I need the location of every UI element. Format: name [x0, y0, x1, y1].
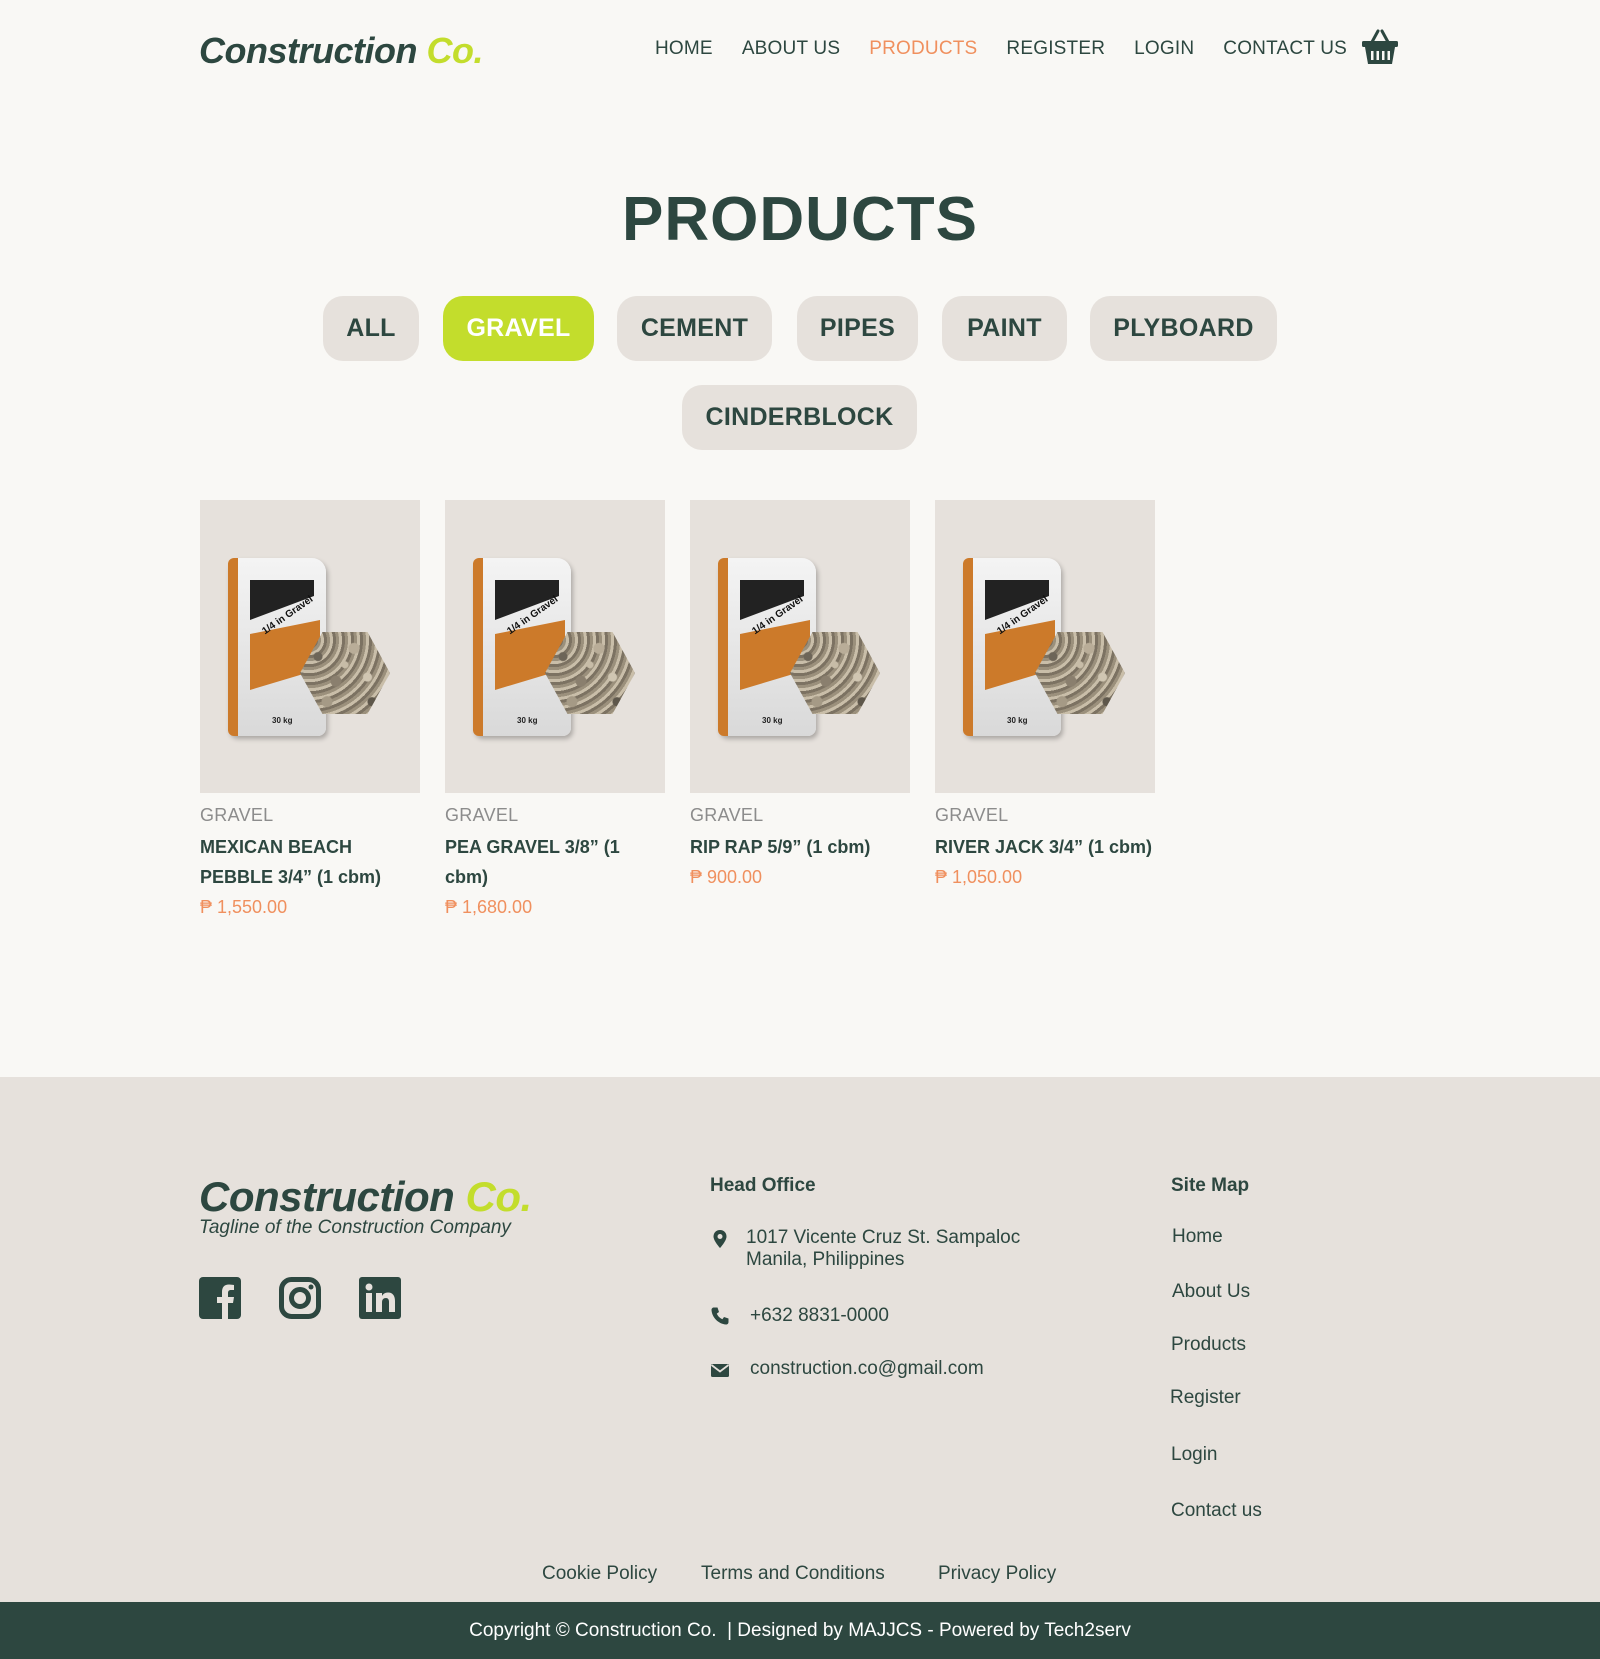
product-price: ₱ 900.00	[690, 867, 763, 887]
office-address: 1017 Vicente Cruz St. Sampaloc Manila, P…	[746, 1227, 1020, 1271]
product-category: GRAVEL	[935, 805, 1009, 825]
product-price: ₱ 1,550.00	[200, 897, 288, 917]
nav-login[interactable]: LOGIN	[1134, 38, 1194, 60]
filter-all[interactable]: ALL	[323, 296, 419, 361]
sitemap-register[interactable]: Register	[1170, 1387, 1241, 1409]
bag-weight: 30 kg	[762, 716, 783, 725]
nav-register[interactable]: REGISTER	[1006, 38, 1105, 60]
sitemap-home[interactable]: Home	[1172, 1226, 1223, 1248]
brand-logo[interactable]: Construction Co.	[199, 30, 483, 72]
nav-home[interactable]: HOME	[655, 38, 713, 60]
envelope-icon	[710, 1364, 730, 1377]
product-image[interactable]: 1/4 in Gravel 30 kg	[935, 500, 1155, 793]
footer-brand-accent: Co.	[465, 1173, 532, 1220]
brand-name: Construction	[199, 30, 417, 71]
nav-products[interactable]: PRODUCTS	[869, 38, 977, 60]
filter-cinderblock[interactable]: CINDERBLOCK	[682, 385, 917, 450]
product-price: ₱ 1,680.00	[445, 897, 533, 917]
product-name[interactable]: RIP RAP 5/9” (1 cbm)	[690, 832, 910, 862]
site-footer: Construction Co. Tagline of the Construc…	[0, 1077, 1600, 1602]
product-name[interactable]: PEA GRAVEL 3/8” (1 cbm)	[445, 832, 665, 892]
gravel-bag-image: 1/4 in Gravel 30 kg	[963, 558, 1061, 736]
nav-about-us[interactable]: ABOUT US	[742, 38, 840, 60]
footer-logo[interactable]: Construction Co.	[199, 1173, 532, 1221]
filter-paint[interactable]: PAINT	[942, 296, 1067, 361]
sitemap-contact-us[interactable]: Contact us	[1171, 1500, 1262, 1522]
terms-link[interactable]: Terms and Conditions	[701, 1563, 885, 1585]
basket-icon[interactable]	[1360, 28, 1400, 68]
site-header: Construction Co. HOME ABOUT US PRODUCTS …	[0, 0, 1600, 100]
product-name[interactable]: MEXICAN BEACH PEBBLE 3/4” (1 cbm)	[200, 832, 420, 892]
brand-accent: Co.	[426, 30, 484, 71]
filter-cement[interactable]: CEMENT	[617, 296, 772, 361]
product-card[interactable]: 1/4 in Gravel 30 kg GRAVEL RIP RAP 5/9” …	[690, 500, 910, 892]
privacy-policy-link[interactable]: Privacy Policy	[938, 1563, 1056, 1585]
product-image[interactable]: 1/4 in Gravel 30 kg	[690, 500, 910, 793]
filter-plyboard[interactable]: PLYBOARD	[1090, 296, 1277, 361]
product-image[interactable]: 1/4 in Gravel 30 kg	[445, 500, 665, 793]
nav-contact-us[interactable]: CONTACT US	[1223, 38, 1347, 60]
product-category: GRAVEL	[690, 805, 764, 825]
product-image[interactable]: 1/4 in Gravel 30 kg	[200, 500, 420, 793]
phone-icon	[711, 1307, 729, 1325]
product-card[interactable]: 1/4 in Gravel 30 kg GRAVEL RIVER JACK 3/…	[935, 500, 1155, 892]
address-line-1: 1017 Vicente Cruz St. Sampaloc	[746, 1227, 1021, 1248]
main-nav: HOME ABOUT US PRODUCTS REGISTER LOGIN CO…	[655, 38, 1376, 60]
gravel-bag-image: 1/4 in Gravel 30 kg	[228, 558, 326, 736]
filter-pipes[interactable]: PIPES	[797, 296, 918, 361]
filter-gravel[interactable]: GRAVEL	[443, 296, 594, 361]
sitemap-about-us[interactable]: About Us	[1172, 1281, 1250, 1303]
product-card[interactable]: 1/4 in Gravel 30 kg GRAVEL MEXICAN BEACH…	[200, 500, 420, 922]
office-email[interactable]: construction.co@gmail.com	[750, 1358, 984, 1380]
page-title: PRODUCTS	[622, 185, 978, 254]
instagram-icon[interactable]	[279, 1277, 321, 1319]
location-pin-icon	[713, 1230, 727, 1248]
gravel-bag-image: 1/4 in Gravel 30 kg	[473, 558, 571, 736]
product-name[interactable]: RIVER JACK 3/4” (1 cbm)	[935, 832, 1155, 862]
footer-tagline: Tagline of the Construction Company	[199, 1217, 511, 1238]
site-map-heading: Site Map	[1171, 1175, 1250, 1196]
copyright-text: Copyright © Construction Co. | Designed …	[469, 1619, 1131, 1641]
product-price: ₱ 1,050.00	[935, 867, 1023, 887]
product-category: GRAVEL	[445, 805, 519, 825]
linkedin-icon[interactable]	[359, 1277, 401, 1319]
bag-weight: 30 kg	[1007, 716, 1028, 725]
bag-weight: 30 kg	[272, 716, 293, 725]
facebook-icon[interactable]	[199, 1277, 241, 1319]
office-phone[interactable]: +632 8831-0000	[750, 1305, 889, 1327]
copyright-bar: Copyright © Construction Co. | Designed …	[0, 1602, 1600, 1659]
bag-weight: 30 kg	[517, 716, 538, 725]
product-card[interactable]: 1/4 in Gravel 30 kg GRAVEL PEA GRAVEL 3/…	[445, 500, 665, 922]
sitemap-login[interactable]: Login	[1171, 1444, 1218, 1466]
sitemap-products[interactable]: Products	[1171, 1334, 1246, 1356]
address-line-2: Manila, Philippines	[746, 1249, 905, 1270]
product-category: GRAVEL	[200, 805, 274, 825]
gravel-bag-image: 1/4 in Gravel 30 kg	[718, 558, 816, 736]
footer-brand-name: Construction	[199, 1173, 455, 1220]
cookie-policy-link[interactable]: Cookie Policy	[542, 1563, 657, 1585]
head-office-heading: Head Office	[710, 1175, 816, 1196]
